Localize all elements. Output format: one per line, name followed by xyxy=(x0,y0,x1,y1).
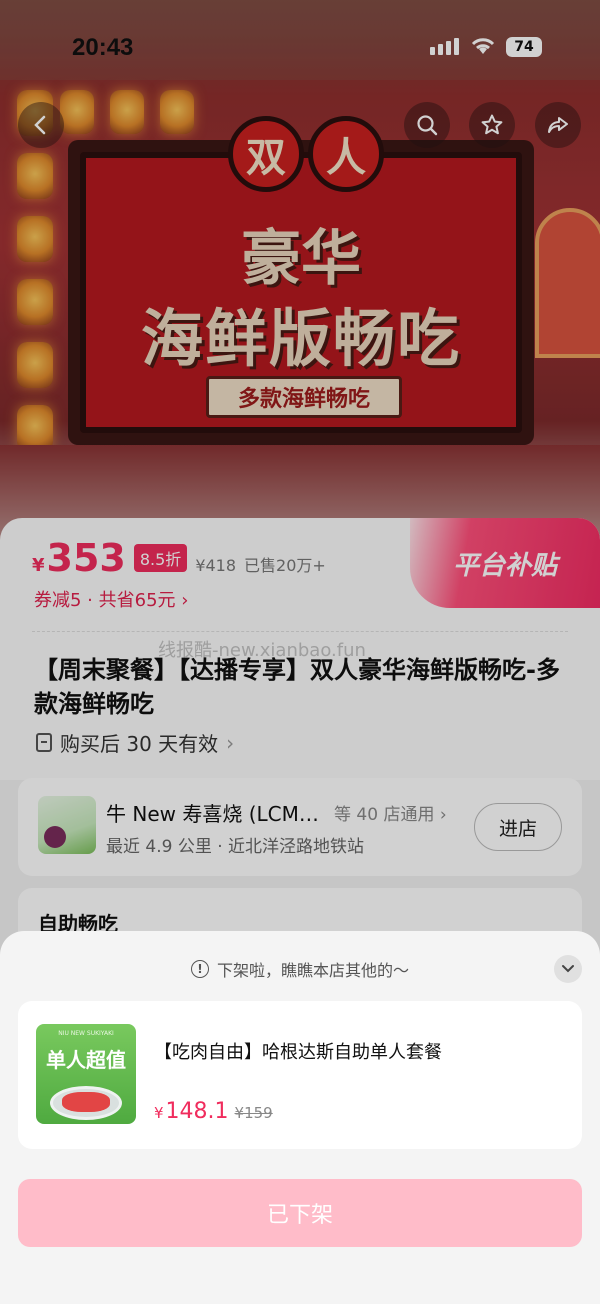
recommended-product-card[interactable]: NIU NEW SUKIYAKI 单人超值 【吃肉自由】哈根达斯自助单人套餐 ¥… xyxy=(18,1001,582,1149)
product-image-label: 单人超值 xyxy=(46,1048,126,1072)
delisted-button[interactable]: 已下架 xyxy=(18,1179,582,1247)
chevron-down-icon xyxy=(562,965,574,973)
product-name: 【吃肉自由】哈根达斯自助单人套餐 xyxy=(154,1042,442,1063)
product-price-row: ¥ 148.1 ¥159 xyxy=(154,1099,273,1124)
product-price-currency: ¥ xyxy=(154,1104,164,1122)
alert-icon: ! xyxy=(190,960,209,978)
product-image: NIU NEW SUKIYAKI 单人超值 xyxy=(36,1024,136,1124)
product-original-price: ¥159 xyxy=(234,1104,273,1122)
collapse-button[interactable] xyxy=(554,955,582,983)
product-image-brand: NIU NEW SUKIYAKI xyxy=(58,1030,114,1037)
delisted-message-text: 下架啦，瞧瞧本店其他的～ xyxy=(216,961,409,980)
delisted-bottom-sheet: ! 下架啦，瞧瞧本店其他的～ NIU NEW SUKIYAKI 单人超值 【吃肉… xyxy=(0,931,600,1304)
product-price: 148.1 xyxy=(165,1099,229,1124)
delisted-message: ! 下架啦，瞧瞧本店其他的～ xyxy=(0,957,600,981)
